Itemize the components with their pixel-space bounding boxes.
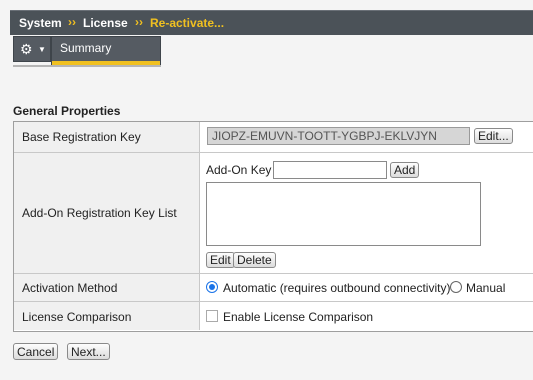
- cancel-button[interactable]: Cancel: [13, 343, 59, 360]
- breadcrumb-license[interactable]: License: [83, 16, 128, 30]
- addon-key-listbox[interactable]: [206, 182, 481, 246]
- breadcrumb-separator: ››: [135, 15, 143, 29]
- breadcrumb: System ›› License ›› Re-activate...: [10, 10, 533, 35]
- row-license-comparison: License Comparison Enable License Compar…: [14, 302, 533, 330]
- row-addon-registration-key-list: Add-On Registration Key List Add-On Key …: [14, 153, 533, 274]
- chevron-down-icon: ▼: [38, 45, 46, 54]
- addon-registration-key-list-label: Add-On Registration Key List: [22, 206, 177, 220]
- manual-radio[interactable]: [450, 281, 462, 293]
- row-base-registration-key: Base Registration Key JIOPZ-EMUVN-TOOTT-…: [14, 122, 533, 153]
- add-addon-key-button[interactable]: Add: [390, 162, 420, 178]
- addon-key-label: Add-On Key: [206, 163, 272, 177]
- row-activation-method: Activation Method Automatic (requires ou…: [14, 274, 533, 302]
- tab-strip: ⚙ ▼ Summary: [13, 36, 161, 66]
- enable-license-comparison-checkbox[interactable]: [206, 310, 218, 322]
- breadcrumb-separator: ››: [68, 15, 76, 29]
- delete-addon-key-button[interactable]: Delete: [233, 252, 276, 268]
- next-button[interactable]: Next...: [67, 343, 110, 360]
- section-title: General Properties: [13, 104, 121, 118]
- gear-menu-button[interactable]: ⚙ ▼: [13, 36, 51, 62]
- base-registration-key-field: JIOPZ-EMUVN-TOOTT-YGBPJ-EKLVJYN: [207, 127, 470, 145]
- automatic-radio-label[interactable]: Automatic (requires outbound connectivit…: [223, 281, 450, 295]
- activation-method-label: Activation Method: [22, 281, 118, 295]
- tab-summary[interactable]: Summary: [51, 36, 161, 66]
- automatic-radio[interactable]: [206, 281, 218, 293]
- tab-summary-label: Summary: [60, 41, 112, 55]
- base-registration-key-label: Base Registration Key: [22, 130, 141, 144]
- tab-divider: [13, 65, 161, 67]
- license-comparison-label: License Comparison: [22, 310, 132, 324]
- properties-table: Base Registration Key JIOPZ-EMUVN-TOOTT-…: [13, 121, 533, 332]
- enable-license-comparison-label[interactable]: Enable License Comparison: [223, 310, 373, 324]
- addon-key-input[interactable]: [273, 161, 387, 179]
- edit-base-key-button[interactable]: Edit...: [474, 128, 513, 144]
- breadcrumb-reactivate: Re-activate...: [150, 16, 225, 30]
- breadcrumb-system[interactable]: System: [19, 16, 62, 30]
- manual-radio-label[interactable]: Manual: [466, 281, 505, 295]
- gear-icon: ⚙: [20, 41, 33, 57]
- edit-addon-key-button[interactable]: Edit: [206, 252, 235, 268]
